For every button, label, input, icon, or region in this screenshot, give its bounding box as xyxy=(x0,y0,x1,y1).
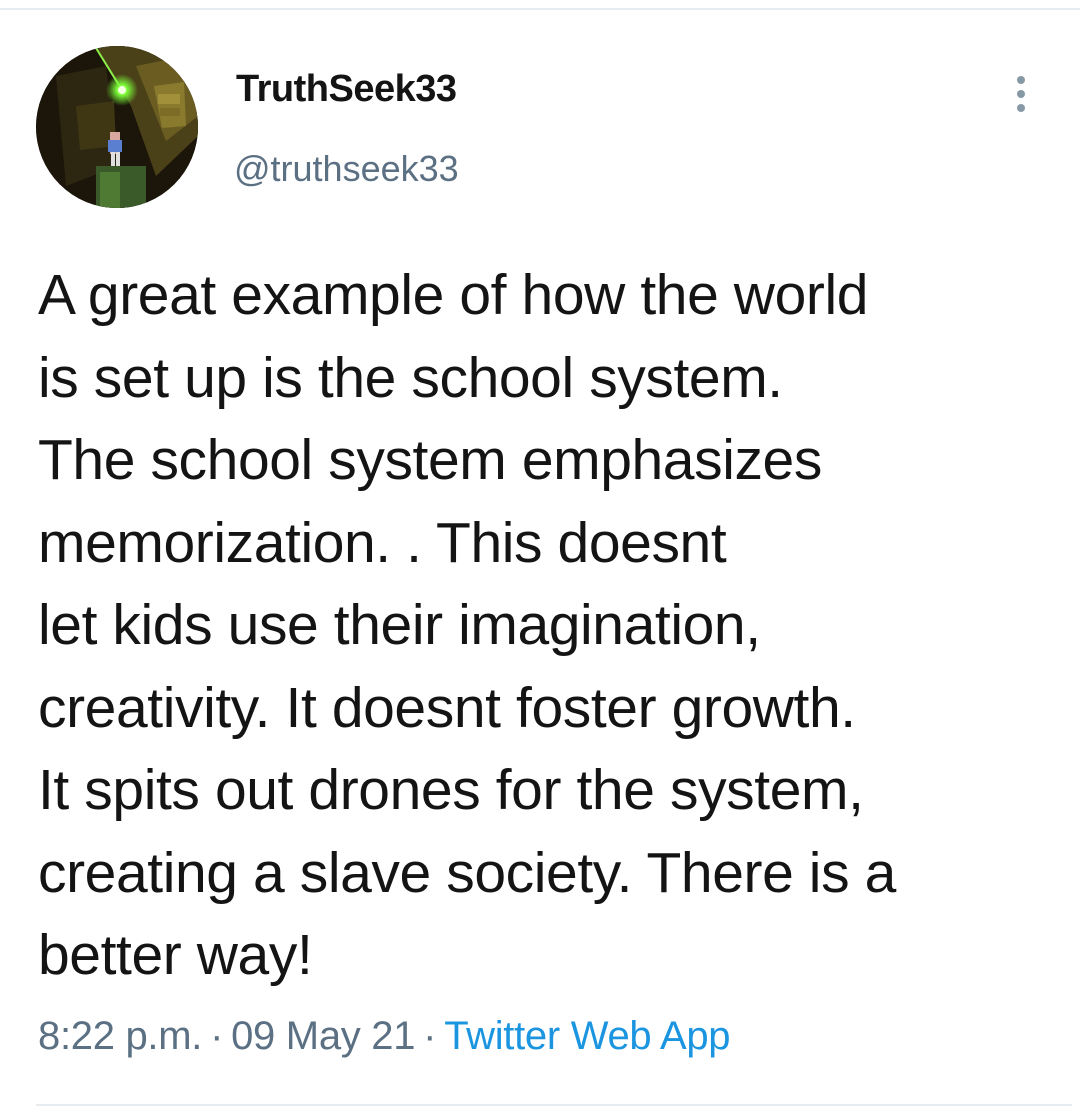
tweet-text-line: let kids use their imagination, xyxy=(38,593,761,657)
avatar-image xyxy=(36,46,198,208)
tweet-date[interactable]: 09 May 21 xyxy=(231,1014,415,1058)
more-vertical-icon xyxy=(1017,104,1025,112)
tweet-text: A great example of how the world is set … xyxy=(38,254,1048,997)
user-handle[interactable]: @truthseek33 xyxy=(234,148,459,190)
meta-separator: · xyxy=(210,1014,224,1058)
avatar[interactable] xyxy=(36,46,198,208)
tweet-text-line: creating a slave society. There is a xyxy=(38,840,896,905)
tweet-text-line: better way! xyxy=(38,923,313,987)
more-vertical-icon xyxy=(1017,90,1025,98)
top-divider xyxy=(0,8,1080,10)
tweet-text-line: A great example of how the world xyxy=(38,263,869,327)
more-vertical-icon xyxy=(1017,76,1025,84)
tweet-metadata: 8:22 p.m. · 09 May 21 · Twitter Web App xyxy=(38,1014,731,1059)
tweet-text-line: is set up is the school system. xyxy=(38,345,783,410)
more-options-button[interactable] xyxy=(1004,68,1038,120)
display-name[interactable]: TruthSeek33 xyxy=(236,68,457,111)
tweet-source-link[interactable]: Twitter Web App xyxy=(444,1014,730,1058)
tweet-text-line: It spits out drones for the system, xyxy=(38,758,864,822)
bottom-divider xyxy=(36,1104,1072,1106)
tweet-text-line: creativity. It doesnt foster growth. xyxy=(38,675,856,740)
meta-separator: · xyxy=(423,1014,437,1058)
tweet-time[interactable]: 8:22 p.m. xyxy=(38,1014,202,1058)
tweet-text-line: The school system emphasizes xyxy=(38,428,822,492)
tweet-text-line: memorization. . This doesnt xyxy=(38,510,727,575)
